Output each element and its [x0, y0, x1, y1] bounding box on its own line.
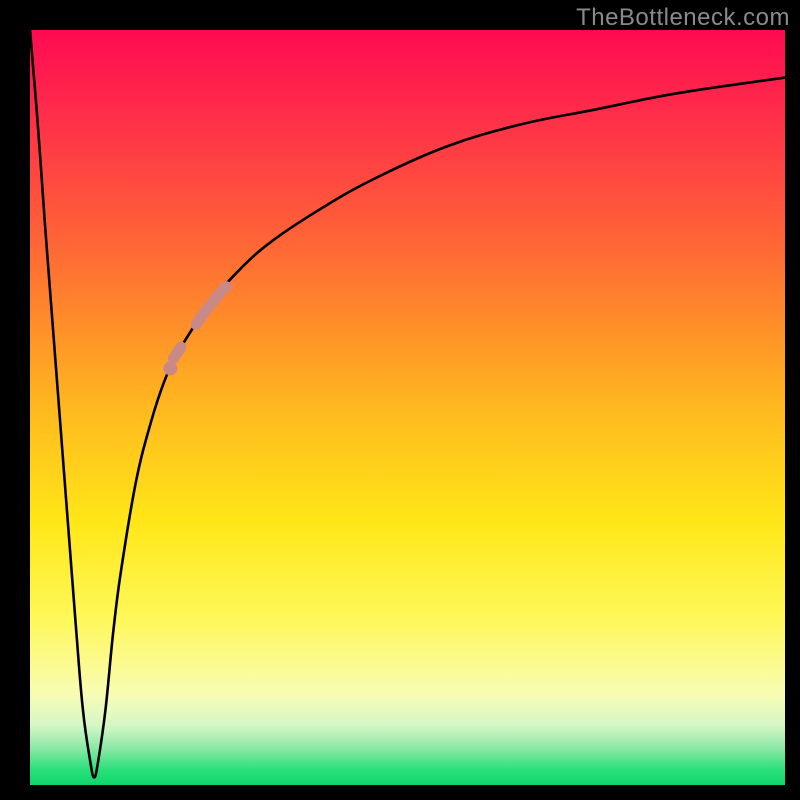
highlight-dot-lower — [163, 361, 177, 375]
chart-frame: TheBottleneck.com — [0, 0, 800, 800]
curve-svg — [30, 30, 785, 785]
plot-area — [30, 30, 785, 785]
highlight-segment-path — [173, 287, 226, 359]
bottleneck-curve-path — [30, 30, 785, 778]
watermark-text: TheBottleneck.com — [576, 4, 790, 32]
